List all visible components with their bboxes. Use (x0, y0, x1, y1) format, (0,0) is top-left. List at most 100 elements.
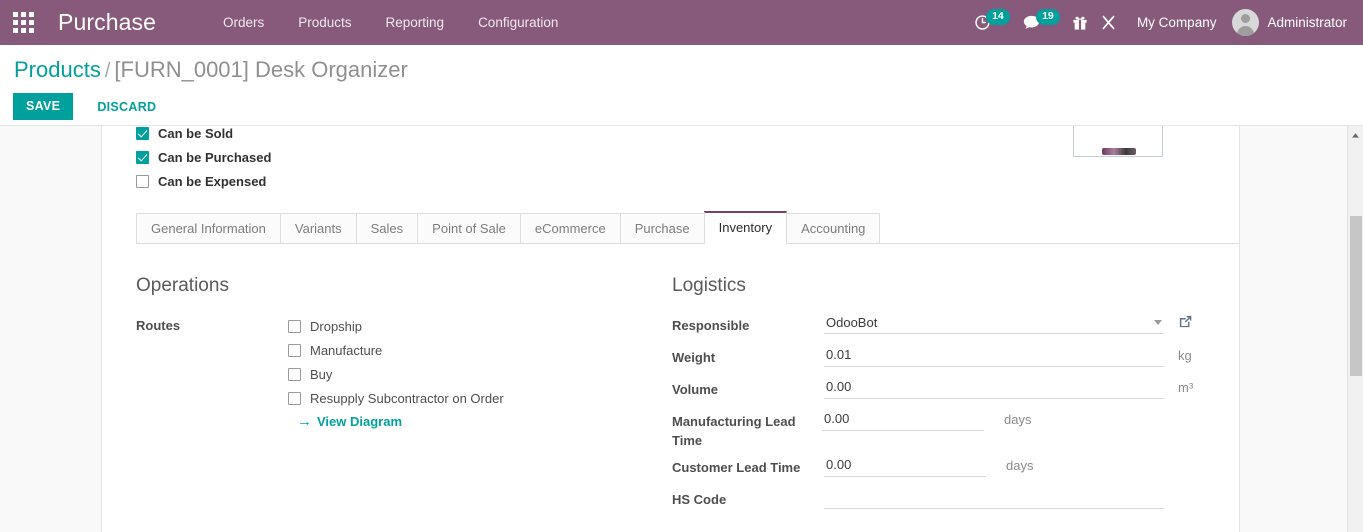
breadcrumb-current: [FURN_0001] Desk Organizer (114, 57, 407, 82)
route-manufacture-label: Manufacture (310, 343, 382, 358)
app-brand-title[interactable]: Purchase (46, 9, 172, 36)
can-be-sold-checkbox[interactable] (136, 127, 149, 140)
vertical-scrollbar[interactable] (1347, 126, 1363, 532)
external-link-icon (1178, 314, 1193, 332)
activity-count-badge: 14 (986, 9, 1010, 25)
systray: 14 19 (968, 0, 1355, 45)
menu-item-products[interactable]: Products (281, 0, 368, 45)
route-buy-checkbox[interactable] (288, 368, 301, 381)
company-switcher[interactable]: My Company (1123, 15, 1227, 30)
scroll-up-button[interactable] (1348, 126, 1363, 143)
activity-menu[interactable]: 14 (968, 0, 1016, 45)
messaging-menu[interactable]: 19 (1016, 0, 1066, 45)
tab-variants[interactable]: Variants (280, 213, 357, 243)
routes-field: Routes Dropship Manufacture (136, 312, 670, 429)
form-sheet: Can be Sold Can be Purchased Can be Expe… (101, 126, 1240, 532)
top-navbar: Purchase Orders Products Reporting Confi… (0, 0, 1363, 45)
user-menu[interactable]: Administrator (1226, 9, 1355, 36)
operations-group: Operations Routes Dropship (136, 274, 670, 518)
operations-title: Operations (136, 274, 670, 298)
tab-inventory[interactable]: Inventory (704, 211, 787, 243)
logistics-group: Logistics Responsible OdooBot (672, 274, 1206, 518)
customer-lead-time-input[interactable] (824, 454, 986, 477)
scrollbar-thumb[interactable] (1350, 216, 1362, 376)
can-be-expensed-label: Can be Expensed (158, 174, 266, 189)
route-dropship[interactable]: Dropship (288, 314, 504, 338)
breadcrumb: Products/[FURN_0001] Desk Organizer (0, 45, 1363, 85)
tools-menu[interactable] (1094, 0, 1123, 45)
menu-item-orders[interactable]: Orders (206, 0, 281, 45)
weight-input[interactable] (824, 344, 1164, 367)
responsible-field: Responsible OdooBot (672, 312, 1206, 340)
manufacturing-lead-time-field: Manufacturing Lead Time days (672, 408, 1206, 450)
responsible-label: Responsible (672, 312, 824, 335)
can-be-purchased-checkbox[interactable] (136, 151, 149, 164)
customer-lead-time-field: Customer Lead Time days (672, 454, 1206, 482)
arrow-right-icon: → (297, 414, 312, 429)
can-be-sold-label: Can be Sold (158, 126, 233, 141)
hs-code-field: HS Code (672, 486, 1206, 514)
manufacturing-lead-time-input[interactable] (822, 408, 984, 431)
route-buy-label: Buy (310, 367, 332, 382)
tab-general-information[interactable]: General Information (136, 213, 281, 243)
route-resupply-subcontractor-label: Resupply Subcontractor on Order (310, 391, 504, 406)
tab-accounting[interactable]: Accounting (786, 213, 880, 243)
volume-label: Volume (672, 376, 824, 399)
volume-field: Volume m³ (672, 376, 1206, 404)
responsible-value: OdooBot (826, 315, 1154, 330)
routes-label: Routes (136, 312, 288, 335)
messages-count-badge: 19 (1036, 9, 1060, 25)
save-button[interactable]: SAVE (13, 93, 73, 120)
manufacturing-lead-time-unit: days (1004, 412, 1031, 427)
hs-code-input[interactable] (824, 486, 1164, 509)
user-name-label: Administrator (1267, 15, 1347, 30)
breadcrumb-separator: / (105, 60, 111, 82)
logistics-title: Logistics (672, 274, 1206, 298)
menu-item-reporting[interactable]: Reporting (369, 0, 462, 45)
apps-grid-glyph (13, 12, 34, 33)
product-image-thumbnail (1102, 148, 1136, 155)
menu-item-configuration[interactable]: Configuration (461, 0, 575, 45)
customer-lead-time-label: Customer Lead Time (672, 454, 824, 477)
gift-icon (1072, 14, 1088, 31)
can-be-expensed-checkbox[interactable] (136, 175, 149, 188)
notebook-tabs: General Information Variants Sales Point… (136, 211, 1239, 244)
view-diagram-label: View Diagram (317, 414, 402, 429)
apps-grid-icon[interactable] (0, 0, 46, 45)
product-image[interactable] (1073, 126, 1163, 157)
caret-up-icon (1351, 127, 1360, 142)
hs-code-label: HS Code (672, 486, 824, 509)
form-view-area: Can be Sold Can be Purchased Can be Expe… (0, 125, 1363, 532)
tab-sales[interactable]: Sales (356, 213, 419, 243)
tab-ecommerce[interactable]: eCommerce (520, 213, 621, 243)
route-manufacture-checkbox[interactable] (288, 344, 301, 357)
weight-unit: kg (1178, 348, 1192, 363)
tab-purchase[interactable]: Purchase (620, 213, 705, 243)
route-dropship-checkbox[interactable] (288, 320, 301, 333)
route-buy[interactable]: Buy (288, 362, 504, 386)
chevron-down-icon[interactable] (1154, 320, 1162, 325)
tab-point-of-sale[interactable]: Point of Sale (417, 213, 521, 243)
manufacturing-lead-time-label: Manufacturing Lead Time (672, 408, 822, 450)
route-manufacture[interactable]: Manufacture (288, 338, 504, 362)
discard-button[interactable]: DISCARD (89, 94, 164, 120)
volume-unit: m³ (1178, 380, 1193, 395)
volume-input[interactable] (824, 376, 1164, 399)
control-panel-buttons: SAVE DISCARD (0, 85, 1363, 120)
scissors-icon (1100, 14, 1117, 31)
view-diagram-link[interactable]: → View Diagram (297, 414, 504, 429)
responsible-external-link-button[interactable] (1178, 314, 1193, 332)
main-menu: Orders Products Reporting Configuration (206, 0, 575, 45)
responsible-input[interactable]: OdooBot (824, 312, 1164, 334)
weight-label: Weight (672, 344, 824, 367)
customer-lead-time-unit: days (1006, 458, 1033, 473)
breadcrumb-products[interactable]: Products (14, 57, 101, 82)
flag-can-be-expensed[interactable]: Can be Expensed (136, 169, 1239, 193)
inventory-tab-content: Operations Routes Dropship (102, 244, 1239, 518)
avatar (1232, 9, 1259, 36)
gift-menu[interactable] (1066, 0, 1094, 45)
weight-field: Weight kg (672, 344, 1206, 372)
control-panel: Products/[FURN_0001] Desk Organizer SAVE… (0, 45, 1363, 125)
route-resupply-subcontractor[interactable]: Resupply Subcontractor on Order (288, 386, 504, 410)
route-resupply-subcontractor-checkbox[interactable] (288, 392, 301, 405)
